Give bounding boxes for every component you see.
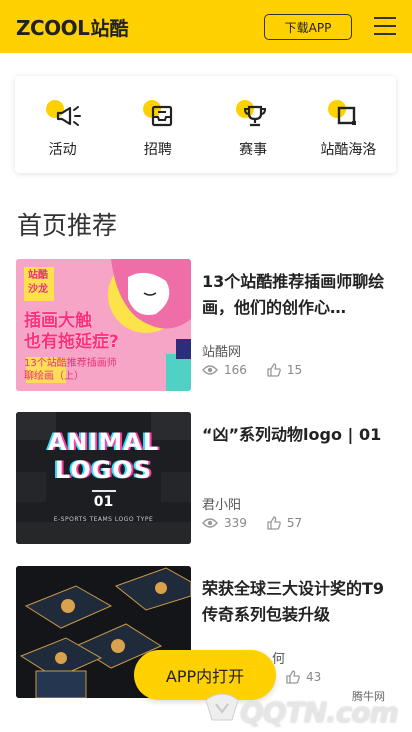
view-count: 339 bbox=[224, 516, 247, 530]
nav-label: 赛事 bbox=[239, 142, 268, 158]
view-count: 166 bbox=[224, 363, 247, 377]
article-card[interactable]: ANIMAL LOGOS 01 E-SPORTS TEAMS LOGO TYPE… bbox=[16, 412, 396, 544]
top-header: ZCOOL 站酷 下载APP bbox=[0, 0, 412, 53]
thumb-subtitle-line: 13个站酷推荐插画师 bbox=[24, 358, 117, 369]
article-author[interactable]: 站酷网 bbox=[202, 341, 241, 360]
article-title: 13个站酷推荐插画师聊绘画，他们的创作心… bbox=[202, 272, 385, 317]
thumb-number: 01 bbox=[93, 494, 114, 510]
article-title: 荣获全球三大设计奖的T9传奇系列包装升级 bbox=[202, 579, 385, 624]
section-title: 首页推荐 bbox=[17, 211, 118, 240]
watermark: QQTN.com 腾牛网 bbox=[200, 684, 408, 729]
article-thumbnail: ANIMAL LOGOS 01 E-SPORTS TEAMS LOGO TYPE bbox=[16, 412, 191, 544]
like-count: 57 bbox=[286, 516, 303, 530]
eye-icon bbox=[202, 365, 218, 375]
watermark-site: 腾牛网 bbox=[352, 690, 385, 703]
download-app-button[interactable]: 下载APP bbox=[264, 14, 352, 40]
thumbs-up-icon bbox=[267, 363, 281, 377]
nav-label: 招聘 bbox=[143, 142, 172, 158]
thumb-headline-line: ANIMAL bbox=[47, 428, 160, 456]
megaphone-icon bbox=[56, 106, 81, 126]
square-icon bbox=[337, 106, 356, 125]
quick-nav-card: 活动 招聘 赛事 站酷海洛 bbox=[15, 76, 396, 173]
thumb-badge-line: 沙龙 bbox=[28, 284, 48, 295]
article-author[interactable]: 君小阳 bbox=[202, 494, 241, 513]
nav-item-hellorf[interactable]: 站酷海洛 bbox=[301, 76, 396, 173]
thumb-headline-line: 也有拖延症? bbox=[24, 332, 119, 352]
thumbs-up-icon bbox=[267, 516, 281, 530]
nav-label: 站酷海洛 bbox=[320, 142, 377, 158]
nav-item-activity[interactable]: 活动 bbox=[15, 76, 110, 173]
zcool-logo[interactable]: ZCOOL 站酷 bbox=[16, 14, 128, 41]
trophy-icon bbox=[243, 105, 266, 127]
like-count: 15 bbox=[286, 363, 303, 377]
inbox-icon bbox=[152, 105, 173, 127]
logo-text-cn: 站酷 bbox=[90, 18, 129, 40]
thumb-caption: E-SPORTS TEAMS LOGO TYPE bbox=[53, 516, 154, 523]
article-stats: 166 15 bbox=[202, 363, 322, 377]
thumb-subtitle-line: 聊绘画（上） bbox=[24, 371, 84, 382]
thumbs-up-icon bbox=[286, 670, 300, 684]
article-stats: 339 57 bbox=[202, 516, 322, 530]
watermark-logo-icon bbox=[205, 693, 239, 721]
logo-text-en: ZCOOL bbox=[16, 15, 90, 40]
article-stats: 43 bbox=[286, 670, 341, 684]
nav-label: 活动 bbox=[48, 142, 77, 158]
like-count: 43 bbox=[306, 670, 322, 684]
thumb-badge-line: 站酷 bbox=[28, 270, 48, 281]
nav-item-jobs[interactable]: 招聘 bbox=[110, 76, 205, 173]
eye-icon bbox=[202, 518, 218, 528]
hamburger-menu-icon[interactable] bbox=[372, 14, 398, 38]
thumb-headline-line: LOGOS bbox=[54, 456, 153, 484]
article-thumbnail: 站酷 沙龙 插画大触 也有拖延症? 13个站酷推荐插画师 聊绘画（上） bbox=[16, 259, 191, 391]
nav-item-contest[interactable]: 赛事 bbox=[206, 76, 301, 173]
thumb-headline-line: 插画大触 bbox=[24, 311, 92, 331]
article-card[interactable]: 站酷 沙龙 插画大触 也有拖延症? 13个站酷推荐插画师 聊绘画（上） 13个站… bbox=[16, 259, 396, 391]
article-title: “凶”系列动物logo | 01 bbox=[202, 425, 382, 444]
